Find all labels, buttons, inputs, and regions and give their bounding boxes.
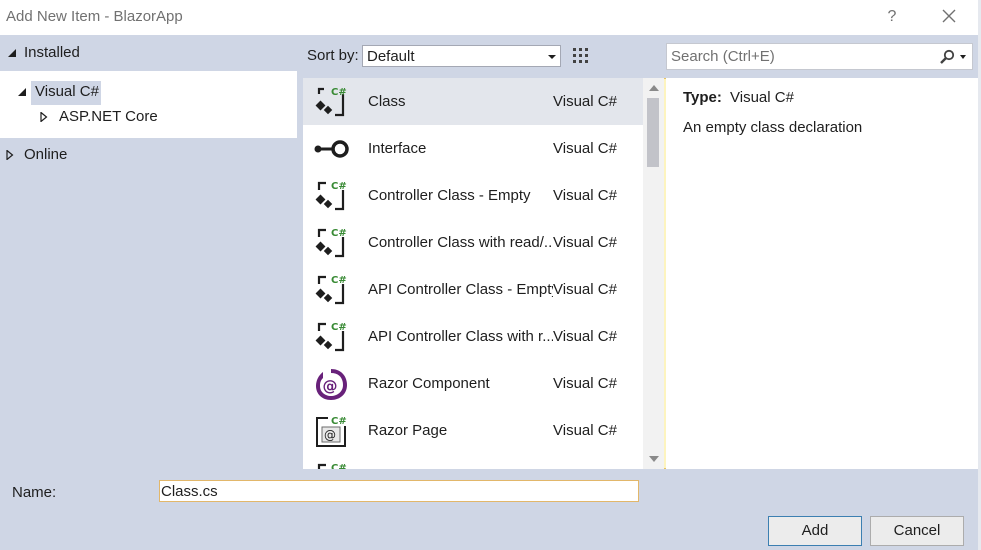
scroll-down-arrow-icon[interactable] [649, 456, 659, 462]
scroll-thumb[interactable] [647, 98, 659, 167]
chevron-down-icon [548, 55, 556, 59]
template-name: API Controller Class - Empty [368, 281, 553, 298]
razor-component-icon: @ [316, 369, 347, 400]
template-language: Visual C# [553, 140, 617, 157]
svg-text:C#: C# [331, 228, 347, 239]
name-input[interactable] [159, 480, 639, 502]
help-button[interactable]: ? [880, 6, 904, 28]
controller-icon: C# [315, 275, 347, 305]
sort-by-select[interactable]: Default [362, 45, 561, 67]
template-name: Class [368, 93, 406, 110]
svg-text:C#: C# [331, 322, 347, 333]
template-item-razor-page[interactable]: C# @ Razor Page Visual C# [303, 407, 643, 454]
template-item-interface[interactable]: Interface Visual C# [303, 125, 643, 172]
controller-icon: C# [315, 228, 347, 258]
title-bar: Add New Item - BlazorApp ? [0, 0, 981, 35]
template-language: Visual C# [553, 375, 617, 392]
interface-icon [314, 140, 349, 158]
template-item-controller-empty[interactable]: C# Controller Class - Empty Visual C# [303, 172, 643, 219]
template-name: Interface [368, 140, 427, 157]
template-name: Controller Class - Empty [368, 187, 531, 204]
add-button[interactable]: Add [768, 516, 862, 546]
class-icon: C# [317, 463, 347, 469]
name-label: Name: [12, 484, 57, 501]
template-name: API Controller Class with r... [368, 328, 553, 345]
template-name: Controller Class with read/... [368, 234, 553, 251]
svg-text:@: @ [324, 428, 336, 442]
window-title: Add New Item - BlazorApp [6, 8, 183, 25]
template-name: Razor Component [368, 375, 490, 392]
razor-page-icon: C# @ [316, 416, 347, 447]
controller-icon: C# [315, 181, 347, 211]
search-box [666, 43, 973, 70]
tree-item-aspnet-core[interactable]: ASP.NET Core [0, 105, 297, 129]
template-list: C# Class Visual C# Interface Visual C# C… [303, 78, 664, 469]
type-value: Visual C# [730, 89, 794, 106]
grid-icon [573, 48, 588, 63]
type-label: Type: [683, 89, 722, 106]
svg-text:@: @ [323, 377, 338, 395]
template-item-partial[interactable]: C# [303, 454, 643, 469]
template-description: An empty class declaration [683, 119, 863, 136]
template-language: Visual C# [553, 281, 617, 298]
svg-text:C#: C# [331, 275, 347, 286]
template-item-api-controller-empty[interactable]: C# API Controller Class - Empty Visual C… [303, 266, 643, 313]
svg-text:C#: C# [331, 181, 347, 192]
tree-item-online[interactable]: Online [0, 143, 297, 167]
svg-text:C#: C# [331, 87, 347, 98]
template-item-class[interactable]: C# Class Visual C# [303, 78, 643, 125]
controller-icon: C# [315, 322, 347, 352]
template-language: Visual C# [553, 422, 617, 439]
expanded-icon[interactable] [17, 87, 27, 97]
tree-item-visual-csharp[interactable]: Visual C# [0, 80, 297, 104]
collapsed-icon[interactable] [5, 150, 15, 160]
template-item-controller-read-write[interactable]: C# Controller Class with read/... Visual… [303, 219, 643, 266]
svg-text:C#: C# [331, 463, 347, 469]
sort-by-label: Sort by: [307, 47, 359, 64]
template-item-razor-component[interactable]: @ Razor Component Visual C# [303, 360, 643, 407]
collapsed-icon[interactable] [39, 112, 49, 122]
template-language: Visual C# [553, 234, 617, 251]
template-language: Visual C# [553, 93, 617, 110]
tree-label-online: Online [24, 146, 68, 163]
category-tree: Installed Visual C# ASP.NET Core Online [0, 35, 297, 469]
template-language: Visual C# [553, 187, 617, 204]
template-language: Visual C# [553, 328, 617, 345]
sort-by-value: Default [367, 48, 415, 65]
svg-text:C#: C# [331, 416, 347, 427]
tree-label-visual-csharp: Visual C# [35, 83, 99, 100]
class-icon: C# [315, 87, 347, 117]
tree-label-installed: Installed [24, 44, 80, 61]
small-icons-view-button[interactable] [568, 43, 594, 69]
tree-label-aspnet-core: ASP.NET Core [59, 108, 158, 125]
search-icon[interactable] [939, 49, 955, 65]
cancel-button[interactable]: Cancel [870, 516, 964, 546]
search-options-dropdown[interactable] [960, 55, 966, 59]
template-item-api-controller-read-write[interactable]: C# API Controller Class with r... Visual… [303, 313, 643, 360]
expanded-icon[interactable] [7, 48, 17, 58]
search-input[interactable] [671, 46, 927, 66]
template-list-scrollbar[interactable] [643, 78, 664, 469]
tree-item-installed[interactable]: Installed [0, 41, 297, 65]
details-pane: Type: Visual C# An empty class declarati… [666, 78, 978, 469]
scroll-up-arrow-icon[interactable] [649, 85, 659, 91]
close-icon[interactable] [936, 6, 962, 28]
template-name: Razor Page [368, 422, 448, 439]
